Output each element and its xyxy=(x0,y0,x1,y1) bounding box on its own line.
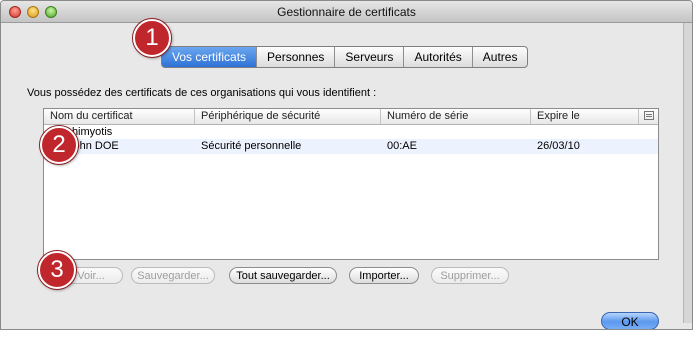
tab-others[interactable]: Autres xyxy=(471,47,528,67)
tab-authorities[interactable]: Autorités xyxy=(403,47,471,67)
ok-button[interactable]: OK xyxy=(601,312,659,329)
tab-people[interactable]: Personnes xyxy=(256,47,334,67)
column-divider xyxy=(638,109,639,124)
certificate-table: Nom du certificat Périphérique de sécuri… xyxy=(43,108,659,260)
column-divider xyxy=(530,109,531,124)
column-header-name[interactable]: Nom du certificat xyxy=(50,110,133,122)
column-divider xyxy=(194,109,195,124)
column-picker-icon[interactable] xyxy=(644,111,654,120)
annotation-badge-1: 1 xyxy=(133,19,171,57)
window-title: Gestionnaire de certificats xyxy=(277,5,416,19)
backup-all-button[interactable]: Tout sauvegarder... xyxy=(229,267,337,284)
tab-your-certificates[interactable]: Vos certificats xyxy=(162,47,257,67)
table-row[interactable]: John DOE Sécurité personnelle 00:AE 26/0… xyxy=(44,139,658,154)
column-header-device[interactable]: Périphérique de sécurité xyxy=(201,110,320,122)
tab-servers[interactable]: Serveurs xyxy=(334,47,403,67)
title-bar: Gestionnaire de certificats xyxy=(1,1,692,23)
delete-button[interactable]: Supprimer... xyxy=(431,267,509,284)
column-divider xyxy=(380,109,381,124)
certificate-manager-window: Gestionnaire de certificats Vos certific… xyxy=(0,0,693,330)
column-header-expires[interactable]: Expire le xyxy=(537,110,580,122)
certificate-device: Sécurité personnelle xyxy=(201,140,302,152)
tab-bar: Vos certificats Personnes Serveurs Autor… xyxy=(161,46,529,68)
annotation-badge-3: 3 xyxy=(38,251,76,289)
import-button[interactable]: Importer... xyxy=(349,267,419,284)
annotation-badge-2: 2 xyxy=(40,126,78,164)
table-header: Nom du certificat Périphérique de sécuri… xyxy=(44,109,658,125)
description-text: Vous possédez des certificats de ces org… xyxy=(27,87,377,99)
certificate-expiry: 26/03/10 xyxy=(537,140,580,152)
certificate-serial: 00:AE xyxy=(387,140,417,152)
backup-button[interactable]: Sauvegarder... xyxy=(131,267,215,284)
window-edge-scrollbar xyxy=(683,23,692,323)
column-header-serial[interactable]: Numéro de série xyxy=(387,110,468,122)
